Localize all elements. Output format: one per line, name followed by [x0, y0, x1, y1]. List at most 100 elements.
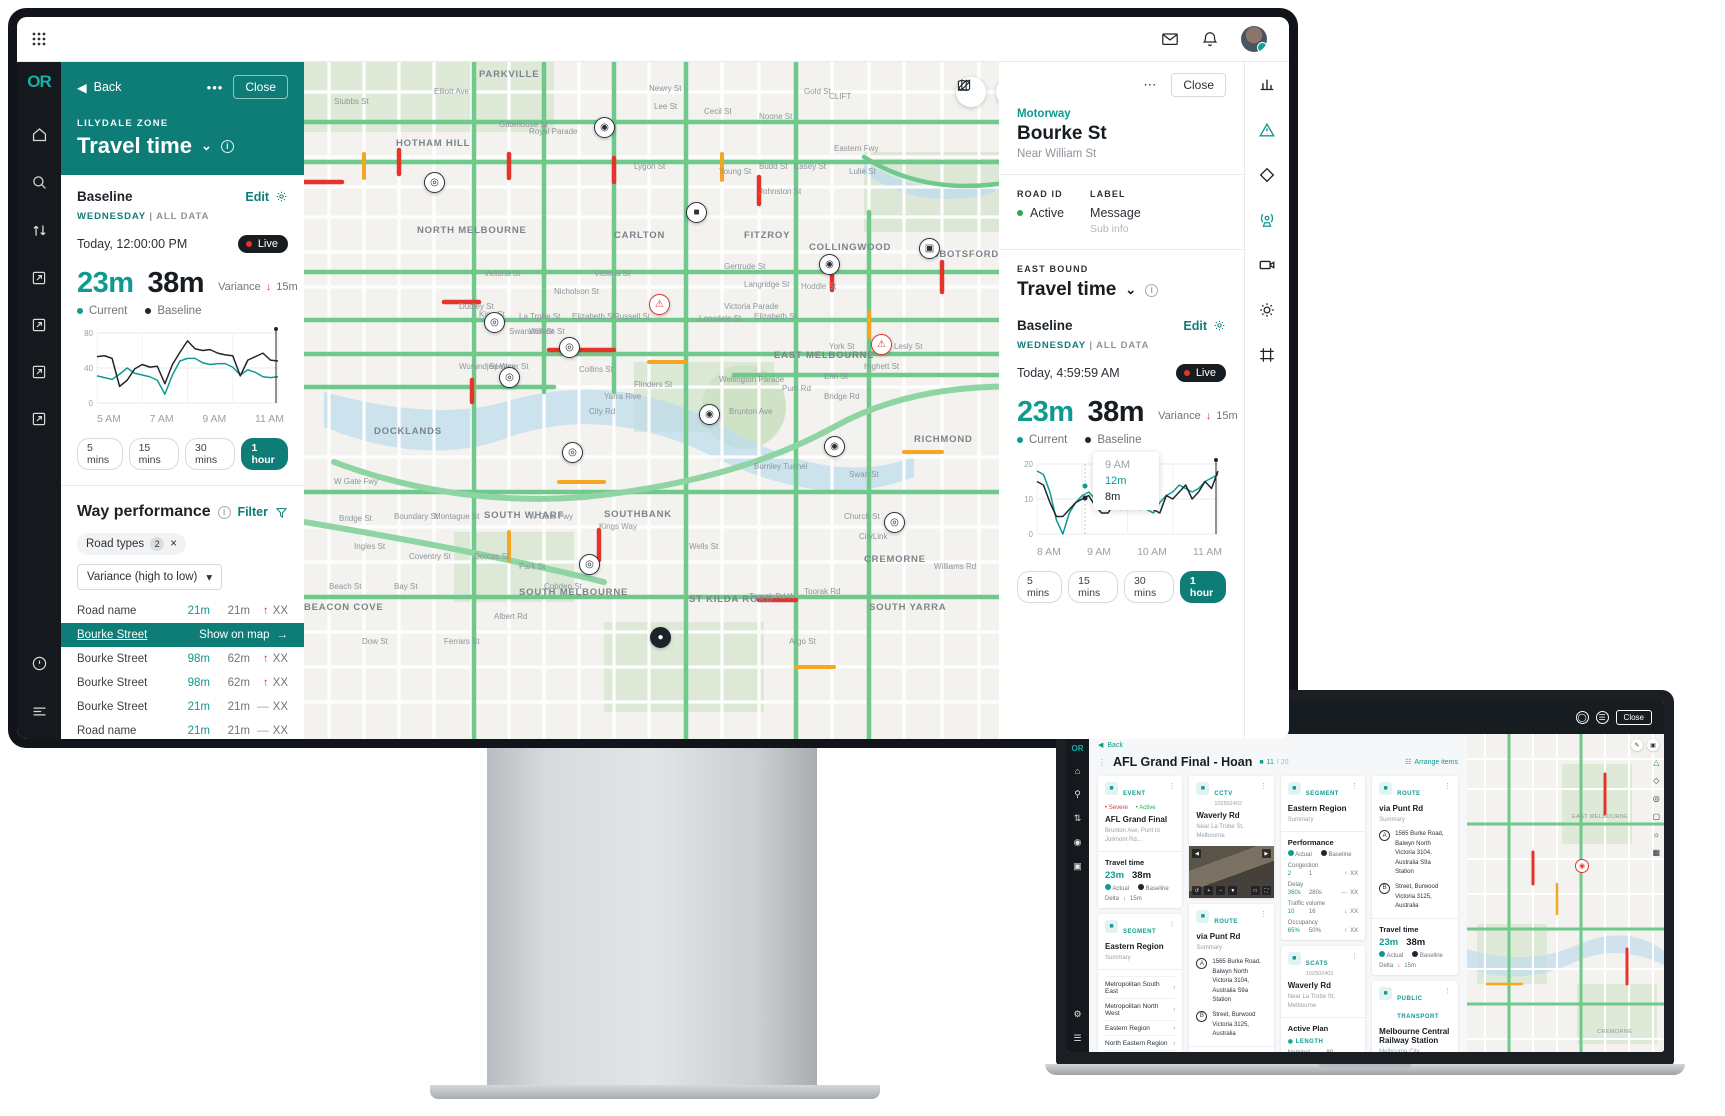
frame-icon[interactable]: [1258, 346, 1276, 369]
list-item[interactable]: North Eastern Region ›: [1105, 1035, 1176, 1050]
interval-30-mins[interactable]: 30 mins: [185, 438, 236, 470]
more-vertical-icon[interactable]: ⋮: [1260, 910, 1267, 918]
table-row[interactable]: Bourke Street 98m 62m ↑ XX: [61, 647, 304, 671]
layers-edit-icon[interactable]: ✎: [1631, 739, 1643, 751]
more-vertical-icon[interactable]: ⋮: [1168, 782, 1175, 790]
diamond-icon[interactable]: [1258, 166, 1276, 189]
back-button[interactable]: ◀ Back: [77, 80, 121, 95]
watchlist-card[interactable]: ■ SEGMENT ⋮ Eastern Region Summary Metropolit…: [1098, 914, 1183, 1052]
interval-1-hour[interactable]: 1 hour: [241, 438, 288, 470]
bell-icon[interactable]: [1201, 30, 1219, 48]
zoom-out-icon[interactable]: −: [1216, 886, 1226, 895]
pan-down-icon[interactable]: ▼: [1228, 886, 1238, 895]
grid-icon[interactable]: ☰: [1595, 711, 1609, 724]
info-icon[interactable]: i: [1145, 283, 1159, 297]
signal-icon[interactable]: [1258, 211, 1276, 234]
right-panel-title-row[interactable]: Travel time ⌄ i: [1017, 279, 1226, 301]
map-poi-camera-3[interactable]: ◉: [824, 436, 845, 457]
more-vertical-icon[interactable]: ⋮: [1444, 987, 1451, 995]
alert-triangle-icon[interactable]: △: [1653, 758, 1659, 767]
table-row[interactable]: Bourke Street Show on map →: [61, 623, 304, 647]
snapshot-icon[interactable]: □: [1250, 886, 1260, 895]
user-avatar[interactable]: [1241, 26, 1267, 52]
watchlist-card[interactable]: ■ CCTV 102502402 ⋮ Waverly Rd Near La Trobe S…: [1189, 776, 1274, 898]
sidebar-item-link-4[interactable]: [31, 411, 47, 432]
watchlist-card[interactable]: ■ ROUTE ⋮ via Punt Rd Summary A 1565 Burke Roa…: [1189, 904, 1274, 1052]
panel-title-row[interactable]: Travel time ⌄ i: [77, 133, 288, 159]
filter-button[interactable]: Filter: [237, 505, 288, 519]
sidebar-item-link-1[interactable]: [31, 270, 47, 291]
sort-select[interactable]: Variance (high to low) ▾: [77, 564, 223, 590]
arrange-items-button[interactable]: ☷ Arrange items: [1405, 758, 1458, 767]
info-icon[interactable]: i: [217, 505, 231, 519]
map-poi-incident[interactable]: ⚠: [649, 294, 670, 315]
more-vertical-icon[interactable]: ⋮: [1351, 952, 1358, 960]
traffic-map[interactable]: PARKVILLE HOTHAM HILL NORTH MELBOURNE CARLT…: [304, 62, 1044, 739]
alert-triangle-icon[interactable]: [1258, 121, 1276, 144]
list-item[interactable]: Metropolitan South East ›: [1105, 976, 1176, 998]
close-button[interactable]: Close: [233, 75, 288, 99]
sidebar-item-layers[interactable]: ▣: [1073, 861, 1082, 872]
back-button[interactable]: ◀ Back: [1098, 741, 1458, 750]
map-poi-cctv[interactable]: ◉: [819, 254, 840, 275]
table-row[interactable]: Road name 21m 21m — XX: [61, 719, 304, 739]
more-vertical-icon[interactable]: ⋮: [1098, 758, 1106, 767]
map-poi-signal-5[interactable]: ◎: [884, 512, 905, 533]
map-poi-signal[interactable]: ◎: [424, 172, 445, 193]
more-vertical-icon[interactable]: ⋮: [1444, 782, 1451, 790]
settings-icon[interactable]: ⚙: [1073, 1009, 1081, 1020]
sidebar-item-search[interactable]: [31, 174, 48, 196]
sidebar-item-routes[interactable]: ⇅: [1074, 813, 1082, 824]
help-icon[interactable]: [31, 655, 48, 677]
watchlist-card[interactable]: ■ EVENT ⋮ • Severe • Active AFL Grand Final Br…: [1098, 776, 1183, 908]
live-badge[interactable]: Live: [237, 235, 288, 253]
diamond-icon[interactable]: ◇: [1653, 776, 1659, 785]
table-row[interactable]: Bourke Street 21m 21m — XX: [61, 695, 304, 719]
weather-icon[interactable]: ☼: [1653, 830, 1660, 839]
zoom-in-icon[interactable]: +: [1204, 886, 1214, 895]
map-poi-signal-6[interactable]: ◎: [579, 554, 600, 575]
map-poi-incident-2[interactable]: ⚠: [871, 334, 892, 355]
signal-icon[interactable]: ◎: [1653, 794, 1660, 803]
edit-baseline-button[interactable]: Edit: [1183, 319, 1226, 333]
close-icon[interactable]: ×: [170, 538, 177, 550]
camera-icon[interactable]: [1258, 256, 1276, 279]
more-vertical-icon[interactable]: ⋮: [1260, 782, 1267, 790]
close-button[interactable]: Close: [1171, 73, 1226, 97]
interval-1-hour[interactable]: 1 hour: [1179, 571, 1227, 603]
clock-icon[interactable]: ◯: [1575, 711, 1589, 724]
sidebar-item-watchlist[interactable]: ◉: [1074, 837, 1082, 848]
watchlist-card[interactable]: ■ SCATS 102502402 ⋮ Waverly Rd Near La Trobe …: [1280, 946, 1366, 1052]
right-travel-time-chart[interactable]: 0 10 20 9 AM 12m 8m: [1017, 452, 1226, 542]
sidebar-item-routes[interactable]: [31, 222, 48, 244]
map-poi-signal-3[interactable]: ◎: [499, 367, 520, 388]
table-row[interactable]: Bourke Street 98m 62m ↑ XX: [61, 671, 304, 695]
collapse-icon[interactable]: ☰: [1073, 1033, 1081, 1044]
map-poi-signal-2[interactable]: ◎: [559, 337, 580, 358]
travel-time-chart[interactable]: 0 40 80: [77, 327, 288, 409]
list-item[interactable]: Northern Region›: [1105, 1050, 1176, 1052]
map-poi-transport[interactable]: ▣: [919, 238, 940, 259]
chevron-down-icon[interactable]: ⌄: [1125, 282, 1136, 298]
map-poi-camera[interactable]: ◉: [594, 117, 615, 138]
sidebar-item-home[interactable]: ⌂: [1075, 766, 1080, 776]
map-poi-event[interactable]: ■: [686, 202, 707, 223]
frame-icon[interactable]: ▦: [1652, 848, 1660, 857]
sidebar-item-link-3[interactable]: [31, 364, 47, 385]
map-poi-selected[interactable]: ●: [650, 627, 671, 648]
watchlist-card[interactable]: ■ PUBLIC TRANSPORT ⋮ Melbourne Central Rail…: [1372, 980, 1459, 1052]
mail-icon[interactable]: [1161, 30, 1179, 48]
sidebar-item-search[interactable]: ⚲: [1074, 789, 1081, 800]
laptop-map-selected-poi[interactable]: ◉: [1575, 859, 1589, 873]
watchlist-card[interactable]: ■ ROUTE ⋮ via Punt Rd Summary A 1565 Burke Roa…: [1372, 776, 1459, 975]
interval-5-mins[interactable]: 5 mins: [77, 438, 123, 470]
interval-15-mins[interactable]: 15 mins: [128, 438, 180, 470]
map-poi-camera-2[interactable]: ◉: [699, 404, 720, 425]
more-vertical-icon[interactable]: ⋮: [1168, 920, 1175, 928]
map-poi-signal-4[interactable]: ◎: [562, 442, 583, 463]
weather-icon[interactable]: [1258, 301, 1276, 324]
show-on-map-button[interactable]: Show on map →: [199, 629, 288, 641]
edit-baseline-button[interactable]: Edit: [245, 190, 288, 204]
more-horizontal-icon[interactable]: •••: [207, 80, 224, 95]
interval-30-mins[interactable]: 30 mins: [1124, 571, 1174, 603]
